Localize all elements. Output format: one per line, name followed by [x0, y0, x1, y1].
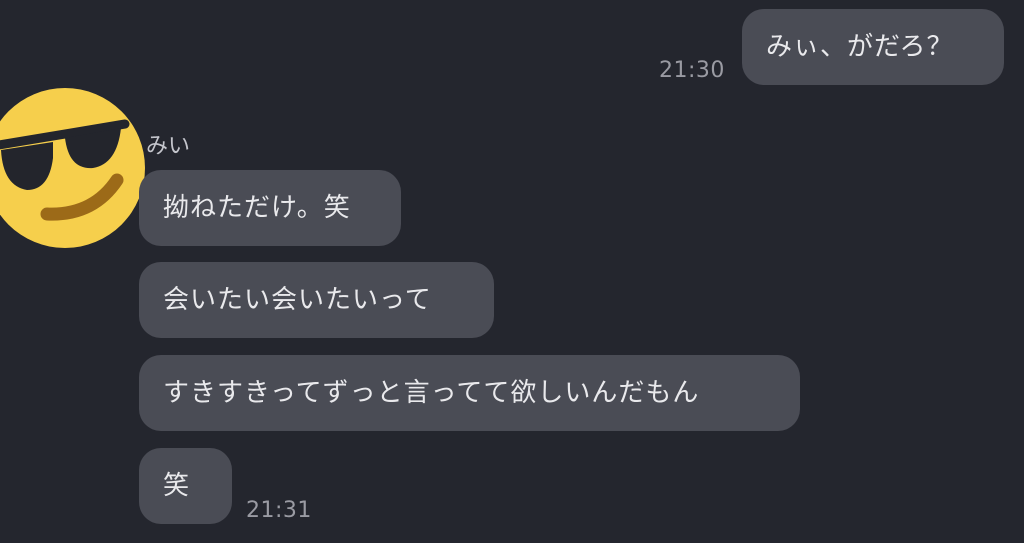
received-message-bubble[interactable]: 会いたい会いたいって — [139, 262, 494, 338]
received-message-time: 21:31 — [246, 498, 312, 523]
received-message-text: すきすきってずっと言ってて欲しいんだもん — [163, 378, 700, 408]
received-message-text: 笑 — [163, 471, 191, 501]
received-message-bubble[interactable]: すきすきってずっと言ってて欲しいんだもん — [139, 355, 800, 431]
sender-name: みい — [146, 134, 191, 159]
sent-message-bubble[interactable]: みぃ、がだろ？ — [742, 9, 1004, 85]
received-message-text: 会いたい会いたいって — [163, 285, 432, 315]
sent-message-text: みぃ、がだろ？ — [766, 32, 954, 62]
received-message-bubble[interactable]: 笑 — [139, 448, 232, 524]
received-message-text: 拗ねただけ。笑 — [163, 193, 351, 223]
sunglasses-emoji-icon[interactable] — [0, 88, 145, 248]
received-message-bubble[interactable]: 拗ねただけ。笑 — [139, 170, 401, 246]
sent-message-time: 21:30 — [659, 58, 725, 83]
